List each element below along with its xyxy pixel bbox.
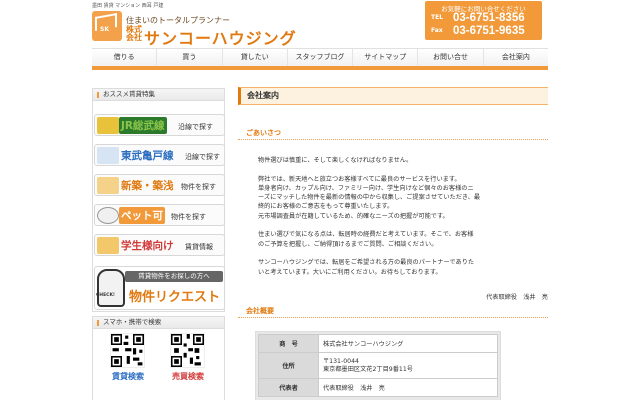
pointing-hand-icon bbox=[97, 269, 125, 307]
page-title: 会社案内 bbox=[238, 87, 548, 105]
greeting-line: 終的にお客様のご意志をもって尊重いたします。 bbox=[258, 203, 394, 211]
banner-jr-sobu-sub: 沿線で探す bbox=[178, 123, 213, 131]
greeting-text: 物件選びは慎重に、そして楽しくなければなりません。 弊社では、新天地へと旅立つお… bbox=[258, 156, 548, 277]
feature-heading: おススメ賃貸特集 bbox=[93, 89, 224, 101]
dog-icon bbox=[97, 207, 119, 224]
banner-pet-ok-sub: 物件を探す bbox=[171, 213, 206, 221]
train-icon bbox=[97, 117, 119, 134]
overview-heading: 会社概要 bbox=[238, 306, 548, 318]
nav-rent[interactable]: 借りる bbox=[92, 49, 156, 66]
banner-tobu-kameido[interactable]: 東武亀戸線 沿線で探す bbox=[94, 144, 225, 166]
row-key: 代表者 bbox=[258, 378, 319, 397]
row-value: 株式会社サンコーハウジング bbox=[318, 334, 498, 353]
site-logo[interactable]: SK 住まいのトータルプランナー 株式会社 サンコーハウジング bbox=[92, 11, 322, 48]
postal-code: 〒131-0044 bbox=[323, 357, 359, 365]
request-line1: 賃貸物件をお探しの方へ bbox=[125, 271, 223, 282]
mobile-search-box: スマホ・携帯で検索 賃貸検索 売買検索 bbox=[92, 316, 225, 400]
main-nav: 借りる 買う 貸したい スタッフブログ サイトマップ お問い合せ 会社案内 bbox=[92, 48, 548, 70]
building-icon bbox=[97, 237, 119, 254]
property-request-banner[interactable]: CHECK! 賃貸物件をお探しの方へ 物件リクエスト bbox=[94, 266, 225, 310]
banner-pet-ok-title: ペット可 bbox=[119, 207, 165, 224]
fax-number: 03-6751-9635 bbox=[453, 25, 525, 37]
banner-new-build-sub: 物件を探す bbox=[181, 183, 216, 191]
banner-student-title: 学生様向け bbox=[121, 240, 174, 252]
tel-row[interactable]: TEL 03-6751-8356 bbox=[431, 12, 539, 25]
address: 東京都墨田区文花2丁目9番11号 bbox=[323, 365, 413, 373]
qr-code-icon bbox=[110, 333, 145, 368]
header-keywords: 墨田 賃貸 マンション 西耳 戸建 bbox=[92, 3, 164, 9]
table-row: 代表者 代表取締役 浅井 亮 bbox=[258, 378, 498, 397]
banner-jr-sobu-title: JR総武線 bbox=[119, 117, 167, 134]
row-key: 商 号 bbox=[258, 334, 319, 353]
banner-new-build-title: 新築・築浅 bbox=[121, 180, 174, 192]
banner-pet-ok[interactable]: ペット可 物件を探す bbox=[94, 204, 225, 226]
tel-number[interactable]: 03-6751-8356 bbox=[453, 12, 525, 24]
banner-tobu-kameido-sub: 沿線で探す bbox=[185, 153, 220, 161]
nav-lease-out[interactable]: 貸したい bbox=[221, 49, 287, 66]
greeting-heading: ごあいさつ bbox=[238, 128, 548, 140]
overview-table: 商 号 株式会社サンコーハウジング 住所 〒131-0044 東京都墨田区文花2… bbox=[258, 334, 498, 397]
greeting-line bbox=[258, 249, 548, 258]
greeting-line: 弊社では、新天地へと旅立つお客様すべてに最良のサービスを行います。 bbox=[258, 175, 461, 183]
banner-student[interactable]: 学生様向け 賃貸情報 bbox=[94, 234, 225, 256]
nav-staff-blog[interactable]: スタッフブログ bbox=[286, 49, 352, 66]
table-row: 住所 〒131-0044 東京都墨田区文花2丁目9番11号 bbox=[258, 352, 498, 379]
greeting-line: 物件選びは慎重に、そして楽しくなければなりません。 bbox=[258, 157, 413, 164]
nav-sitemap[interactable]: サイトマップ bbox=[352, 49, 417, 66]
banner-student-sub: 賃貸情報 bbox=[185, 243, 213, 251]
greeting-line: ーズにマッチした物件を最新の情報の中から収集し、ご提案させていただき、最 bbox=[258, 194, 481, 202]
banner-jr-sobu[interactable]: JR総武線 沿線で探す bbox=[94, 114, 225, 136]
qr-sale-label: 売買検索 bbox=[172, 372, 204, 381]
table-row: 商 号 株式会社サンコーハウジング bbox=[258, 334, 498, 353]
nav-company[interactable]: 会社案内 bbox=[482, 49, 548, 66]
greeting-line: 住まい選びで気になる点は、転居時の経費だと考えています。そこで、お客様 bbox=[258, 231, 474, 239]
logo-company-type: 株式会社 bbox=[126, 25, 142, 42]
request-line2: 物件リクエスト bbox=[129, 290, 221, 305]
banner-tobu-kameido-title: 東武亀戸線 bbox=[121, 150, 174, 162]
train-icon bbox=[97, 147, 119, 164]
nav-buy[interactable]: 買う bbox=[156, 49, 221, 66]
greeting-line: 単身者向け、カップル向け、ファミリー向け、学生向けなど個々のお客様のニ bbox=[258, 184, 474, 192]
check-badge: CHECK! bbox=[96, 293, 115, 298]
greeting-line: のご予算を把握し、ご納得頂けるまでご質問、ご相談ください。 bbox=[258, 240, 438, 248]
greeting-line: いと考えています。大いにご利用ください。お待ちしております。 bbox=[258, 268, 442, 276]
logo-company-name: サンコーハウジング bbox=[144, 29, 297, 48]
feature-box: おススメ賃貸特集 JR総武線 沿線で探す 東武亀戸線 沿線で探す 新築・築浅 物… bbox=[92, 88, 225, 312]
nav-contact[interactable]: お問い合せ bbox=[417, 49, 482, 66]
fax-row: Fax 03-6751-9635 bbox=[431, 25, 539, 38]
signature: 代表取締役 浅井 亮 bbox=[486, 294, 548, 301]
row-value: 代表取締役 浅井 亮 bbox=[318, 378, 498, 397]
greeting-line: 元市場調査員が在籍しているため、的確なニーズの把握が可能です。 bbox=[258, 212, 449, 220]
logo-house-icon: SK bbox=[92, 11, 122, 41]
qr-rent-label: 賃貸検索 bbox=[112, 372, 144, 381]
house-icon bbox=[97, 177, 119, 194]
mobile-search-heading: スマホ・携帯で検索 bbox=[93, 317, 224, 329]
greeting-line bbox=[258, 165, 548, 174]
fax-label: Fax bbox=[431, 27, 443, 34]
greeting-line: サンコーハウジングでは、転居をご希望される方の最良のパートナーでありた bbox=[258, 259, 475, 267]
banner-new-build[interactable]: 新築・築浅 物件を探す bbox=[94, 174, 225, 196]
qr-code-icon bbox=[170, 333, 205, 368]
row-value: 〒131-0044 東京都墨田区文花2丁目9番11号 bbox=[318, 352, 498, 379]
contact-box: お気軽にお問い合せください TEL 03-6751-8356 Fax 03-67… bbox=[425, 1, 542, 40]
greeting-line bbox=[258, 221, 548, 230]
tel-label: TEL bbox=[431, 14, 444, 21]
row-key: 住所 bbox=[258, 352, 319, 379]
